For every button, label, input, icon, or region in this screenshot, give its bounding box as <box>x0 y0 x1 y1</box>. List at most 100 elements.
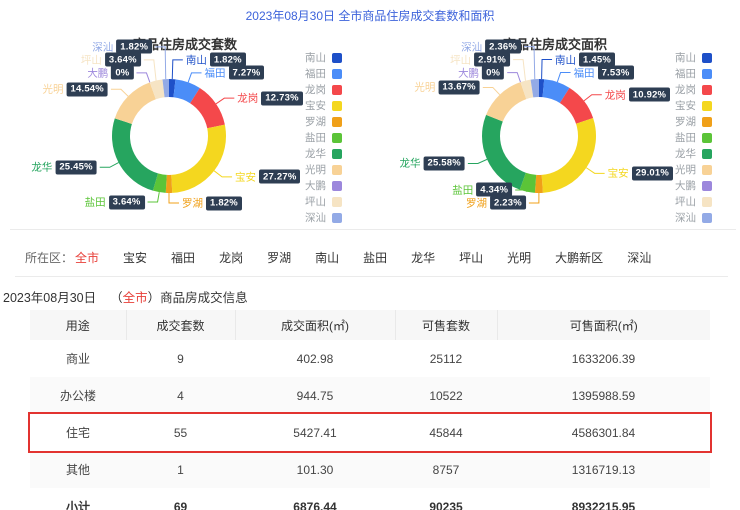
pie-label: 大鹏 0% <box>87 65 134 80</box>
legend-item-8[interactable]: 大鹏 <box>305 180 342 192</box>
pie-slice-7[interactable] <box>486 82 527 122</box>
pie-label-line <box>143 59 157 81</box>
filter-option-0[interactable]: 全市 <box>75 249 99 266</box>
table-cell: 其他 <box>65 463 90 477</box>
pie-label-name: 光明 <box>414 81 436 94</box>
legend-label: 福田 <box>675 68 696 80</box>
pie-slice-5[interactable] <box>519 172 537 193</box>
legend-item-2[interactable]: 龙岗 <box>305 84 342 96</box>
legend-item-9[interactable]: 坪山 <box>305 196 342 208</box>
filter-option-6[interactable]: 盐田 <box>363 249 387 266</box>
legend-item-4[interactable]: 罗湖 <box>675 116 712 128</box>
pie-label-name: 龙岗 <box>237 92 259 105</box>
table-cell: 25112 <box>429 351 463 366</box>
filter-option-11[interactable]: 深汕 <box>627 249 651 266</box>
legend-label: 盐田 <box>305 132 326 144</box>
pie-slice-1[interactable] <box>172 79 200 104</box>
pie-slice-6[interactable] <box>482 114 527 190</box>
pie-label-value: 27.27% <box>259 169 301 184</box>
legend-item-3[interactable]: 宝安 <box>675 100 712 112</box>
table-title-date: 2023年08月30日 <box>3 291 97 305</box>
filter-option-7[interactable]: 龙华 <box>411 249 435 266</box>
legend-swatch <box>702 196 712 207</box>
pie-label: 罗湖 1.82% <box>182 196 242 211</box>
filter-option-5[interactable]: 南山 <box>315 249 339 266</box>
legend-item-7[interactable]: 光明 <box>305 164 342 176</box>
legend-label: 坪山 <box>305 196 326 208</box>
legend-item-0[interactable]: 南山 <box>675 52 712 64</box>
legend-label: 深汕 <box>305 212 326 224</box>
chart-legend-area: 南山福田龙岗宝安罗湖盐田龙华光明大鹏坪山深汕 <box>675 52 712 224</box>
pie-slice-2[interactable] <box>189 88 225 129</box>
table-header-row: 用途 成交套数 成交面积(㎡) 可售套数 可售面积(㎡) <box>30 310 710 340</box>
legend-swatch <box>332 212 342 223</box>
legend-label: 南山 <box>675 52 696 64</box>
legend-item-6[interactable]: 龙华 <box>675 148 712 160</box>
legend-item-9[interactable]: 坪山 <box>675 196 712 208</box>
legend-item-4[interactable]: 罗湖 <box>305 116 342 128</box>
pie-label-line <box>155 46 167 80</box>
legend-item-1[interactable]: 福田 <box>305 68 342 80</box>
legend-item-10[interactable]: 深汕 <box>675 212 712 224</box>
table-cell: 1316719.13 <box>571 462 636 477</box>
pie-label-name: 龙华 <box>399 157 421 170</box>
table-cell: 8932215.95 <box>571 499 636 510</box>
table-cell: 45844 <box>429 425 463 440</box>
pie-label-name: 龙华 <box>31 161 53 174</box>
table-row-2: 住宅 55 5427.41 45844 4586301.84 <box>30 414 710 451</box>
filter-option-1[interactable]: 宝安 <box>123 249 147 266</box>
filter-option-4[interactable]: 罗湖 <box>267 249 291 266</box>
legend-swatch <box>332 164 342 175</box>
legend-label: 罗湖 <box>675 116 696 128</box>
pie-slice-3[interactable] <box>170 124 226 193</box>
pie-label: 宝安 29.01% <box>608 166 674 181</box>
legend-item-8[interactable]: 大鹏 <box>675 180 712 192</box>
pie-slice-10[interactable] <box>530 79 540 98</box>
legend-item-5[interactable]: 盐田 <box>305 132 342 144</box>
pie-label-value: 13.67% <box>438 80 480 95</box>
pie-label-line <box>482 86 501 96</box>
legend-item-1[interactable]: 福田 <box>675 68 712 80</box>
pie-label-value: 2.23% <box>489 195 526 210</box>
pie-slice-6[interactable] <box>112 118 159 191</box>
legend-item-5[interactable]: 盐田 <box>675 132 712 144</box>
legend-label: 光明 <box>675 164 696 176</box>
table-cell: 1 <box>177 462 184 477</box>
legend-item-7[interactable]: 光明 <box>675 164 712 176</box>
pie-slice-9[interactable] <box>520 79 534 100</box>
pie-slice-3[interactable] <box>541 118 596 193</box>
legend-label: 福田 <box>305 68 326 80</box>
pie-slice-2[interactable] <box>559 87 594 125</box>
legend-item-0[interactable]: 南山 <box>305 52 342 64</box>
filter-option-8[interactable]: 坪山 <box>459 249 483 266</box>
filter-option-10[interactable]: 大鹏新区 <box>555 249 603 266</box>
pie-slice-9[interactable] <box>149 79 165 100</box>
pie-label-value: 29.01% <box>631 166 674 181</box>
pie-label-value: 25.45% <box>55 160 97 175</box>
pie-slice-1[interactable] <box>542 79 570 104</box>
pie-label-line <box>541 59 553 80</box>
table-cell: 6876.44 <box>293 499 337 510</box>
filter-option-9[interactable]: 光明 <box>507 249 531 266</box>
pie-label-value: 25.58% <box>423 156 465 171</box>
filter-option-3[interactable]: 龙岗 <box>219 249 243 266</box>
pie-label-line <box>528 192 540 204</box>
legend-item-2[interactable]: 龙岗 <box>675 84 712 96</box>
divider-bottom <box>15 276 728 277</box>
legend-swatch <box>702 68 712 79</box>
pie-label: 龙华 25.58% <box>399 156 465 171</box>
pie-slice-5[interactable] <box>152 173 168 193</box>
page-title-link[interactable]: 2023年08月30日 全市商品住房成交套数和面积 <box>0 7 740 24</box>
legend-item-6[interactable]: 龙华 <box>305 148 342 160</box>
legend-item-3[interactable]: 宝安 <box>305 100 342 112</box>
table-cell: 1395988.59 <box>571 388 636 403</box>
pie-label-line <box>524 46 536 80</box>
legend-swatch <box>702 52 712 63</box>
legend-swatch <box>332 116 342 127</box>
filter-option-2[interactable]: 福田 <box>171 249 195 266</box>
table-cell: 101.30 <box>296 462 334 477</box>
table-cell: 1633206.39 <box>571 351 636 366</box>
legend-item-10[interactable]: 深汕 <box>305 212 342 224</box>
legend-label: 大鹏 <box>675 180 696 192</box>
chart-legend-units: 南山福田龙岗宝安罗湖盐田龙华光明大鹏坪山深汕 <box>305 52 342 224</box>
